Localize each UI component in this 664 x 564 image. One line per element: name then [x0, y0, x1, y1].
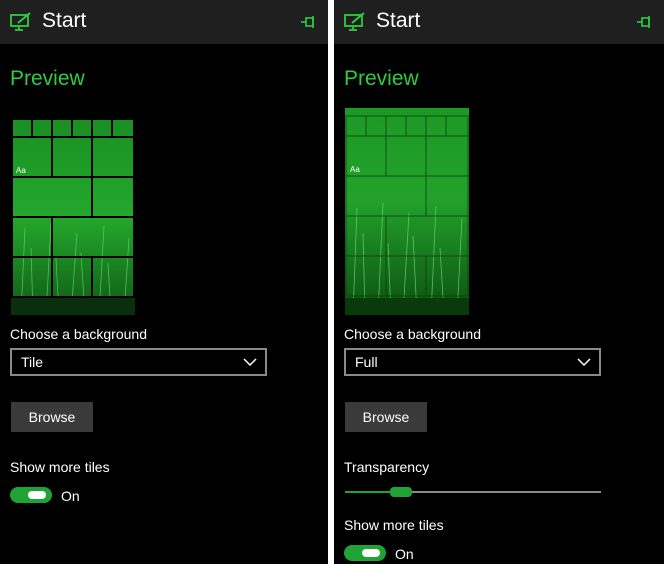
- show-more-tiles-label: Show more tiles: [344, 517, 444, 533]
- toggle-state-label: On: [61, 488, 80, 504]
- toggle-knob: [28, 491, 46, 499]
- transparency-slider-thumb[interactable]: [390, 487, 413, 497]
- preview-image: Aa: [11, 118, 135, 315]
- page-title: Start: [376, 9, 421, 32]
- start-preview-full: Aa: [345, 108, 469, 315]
- monitor-pen-icon: [10, 12, 31, 31]
- page-title: Start: [42, 9, 87, 32]
- toggle-state-label: On: [395, 546, 414, 562]
- background-dropdown-value: Full: [355, 354, 378, 370]
- start-preview-tile: Aa: [11, 118, 135, 315]
- chevron-down-icon: [577, 358, 591, 367]
- show-more-tiles-label: Show more tiles: [10, 459, 110, 475]
- preview-image: Aa: [345, 108, 469, 315]
- show-more-tiles-toggle[interactable]: [344, 545, 386, 561]
- left-settings-panel: Start Preview Aa Choose a background Til…: [0, 0, 328, 564]
- background-dropdown[interactable]: Tile: [10, 348, 267, 376]
- pin-icon[interactable]: [636, 13, 654, 31]
- right-settings-panel: Start Preview Aa Choose a background Ful…: [334, 0, 664, 564]
- app-header: Start: [334, 0, 664, 44]
- transparency-label: Transparency: [344, 459, 430, 475]
- browse-button[interactable]: Browse: [345, 402, 427, 432]
- show-more-tiles-toggle[interactable]: [10, 487, 52, 503]
- preview-title: Preview: [344, 67, 419, 90]
- preview-title: Preview: [10, 67, 85, 90]
- background-dropdown[interactable]: Full: [344, 348, 601, 376]
- monitor-pen-icon: [344, 12, 365, 31]
- background-dropdown-value: Tile: [21, 354, 44, 370]
- app-header: Start: [0, 0, 328, 44]
- toggle-knob: [362, 549, 380, 557]
- chevron-down-icon: [243, 358, 257, 367]
- browse-button[interactable]: Browse: [11, 402, 93, 432]
- tile-text: Aa: [16, 166, 26, 175]
- background-label: Choose a background: [10, 326, 147, 342]
- tile-text: Aa: [350, 165, 360, 174]
- pin-icon[interactable]: [300, 13, 318, 31]
- background-label: Choose a background: [344, 326, 481, 342]
